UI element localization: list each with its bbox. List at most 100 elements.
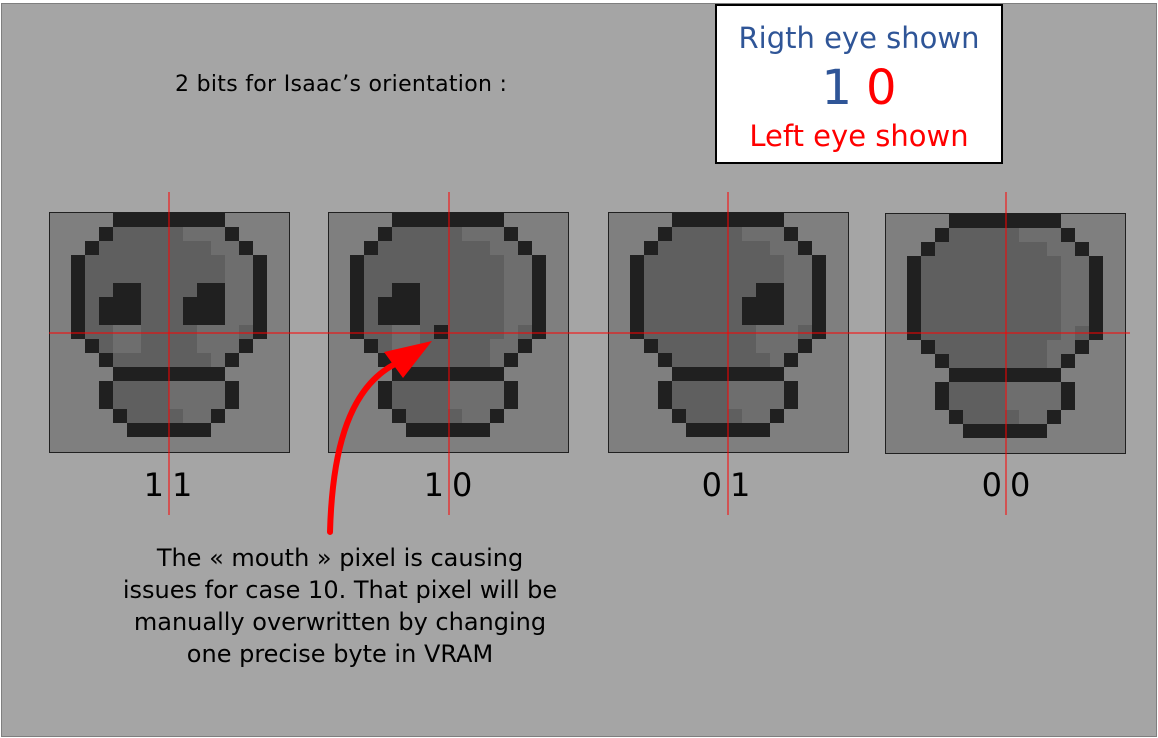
- head-pixel: [686, 311, 700, 325]
- outline-pixel: [1047, 410, 1061, 424]
- head-pixel: [141, 353, 155, 367]
- outline-pixel: [949, 368, 963, 382]
- shade-pixel: [504, 283, 518, 297]
- outline-pixel: [85, 339, 99, 353]
- head-pixel: [448, 409, 462, 423]
- outline-pixel: [183, 213, 197, 227]
- outline-pixel: [963, 214, 977, 228]
- outline-pixel: [141, 423, 155, 437]
- outline-pixel: [490, 409, 504, 423]
- shade-pixel: [1047, 340, 1061, 354]
- outline-pixel: [700, 213, 714, 227]
- shade-pixel: [183, 227, 197, 241]
- head-pixel: [963, 326, 977, 340]
- outline-pixel: [935, 228, 949, 242]
- right-eye-pixel: [392, 297, 406, 311]
- head-pixel: [1005, 284, 1019, 298]
- legend-left-eye-label: Left eye shown: [749, 119, 969, 153]
- outline-pixel: [1019, 368, 1033, 382]
- head-pixel: [949, 284, 963, 298]
- left-eye-shadow-pixel: [197, 339, 211, 353]
- outline-pixel: [364, 241, 378, 255]
- head-pixel: [949, 396, 963, 410]
- outline-pixel: [1089, 284, 1103, 298]
- outline-pixel: [907, 326, 921, 340]
- shade-pixel: [211, 241, 225, 255]
- head-pixel: [406, 241, 420, 255]
- left-eye-shadow-pixel: [197, 325, 211, 339]
- head-pixel: [85, 325, 99, 339]
- head-pixel: [700, 339, 714, 353]
- head-pixel: [728, 297, 742, 311]
- head-pixel: [644, 311, 658, 325]
- head-pixel: [364, 283, 378, 297]
- outline-pixel: [812, 255, 826, 269]
- head-pixel: [378, 283, 392, 297]
- head-pixel: [169, 311, 183, 325]
- outline-pixel: [728, 423, 742, 437]
- head-pixel: [949, 354, 963, 368]
- shade-pixel: [462, 381, 476, 395]
- head-pixel: [420, 325, 434, 339]
- head-pixel: [127, 241, 141, 255]
- outline-pixel: [935, 354, 949, 368]
- head-pixel: [700, 283, 714, 297]
- sprite-11: [49, 212, 290, 453]
- outline-pixel: [977, 214, 991, 228]
- diagram-title: 2 bits for Isaac’s orientation :: [175, 72, 508, 97]
- shade-pixel: [1033, 396, 1047, 410]
- outline-pixel: [742, 213, 756, 227]
- shade-pixel: [490, 381, 504, 395]
- head-pixel: [644, 297, 658, 311]
- shade-pixel: [211, 395, 225, 409]
- head-pixel: [644, 283, 658, 297]
- head-pixel: [977, 340, 991, 354]
- outline-pixel: [197, 213, 211, 227]
- outline-pixel: [253, 283, 267, 297]
- outline-pixel: [378, 353, 392, 367]
- head-pixel: [977, 242, 991, 256]
- skull-pixel-art: [350, 213, 546, 437]
- head-pixel: [197, 269, 211, 283]
- outline-pixel: [672, 213, 686, 227]
- head-pixel: [728, 241, 742, 255]
- head-pixel: [672, 269, 686, 283]
- head-pixel: [977, 382, 991, 396]
- head-pixel: [490, 311, 504, 325]
- head-pixel: [169, 255, 183, 269]
- left-eye-pixel: [742, 311, 756, 325]
- head-pixel: [1075, 326, 1089, 340]
- shade-pixel: [770, 241, 784, 255]
- shade-pixel: [1061, 298, 1075, 312]
- head-pixel: [756, 269, 770, 283]
- legend-bit-right: 1: [821, 60, 852, 116]
- outline-pixel: [644, 339, 658, 353]
- outline-pixel: [211, 409, 225, 423]
- head-pixel: [155, 227, 169, 241]
- right-eye-pixel: [406, 283, 420, 297]
- head-pixel: [420, 395, 434, 409]
- outline-pixel: [935, 382, 949, 396]
- shade-pixel: [169, 381, 183, 395]
- shade-pixel: [1075, 298, 1089, 312]
- head-pixel: [476, 241, 490, 255]
- head-pixel: [392, 353, 406, 367]
- head-pixel: [490, 255, 504, 269]
- head-pixel: [658, 269, 672, 283]
- head-pixel: [935, 326, 949, 340]
- outline-pixel: [71, 311, 85, 325]
- outline-pixel: [239, 241, 253, 255]
- outline-pixel: [532, 269, 546, 283]
- shade-pixel: [1047, 242, 1061, 256]
- head-pixel: [448, 325, 462, 339]
- left-eye-pixel: [197, 311, 211, 325]
- right-eye-shadow-pixel: [113, 325, 127, 339]
- head-pixel: [392, 241, 406, 255]
- head-pixel: [448, 353, 462, 367]
- head-pixel: [476, 297, 490, 311]
- head-pixel: [686, 395, 700, 409]
- head-pixel: [462, 283, 476, 297]
- bit-legend: Rigth eye shown 10 Left eye shown: [715, 4, 1003, 164]
- shade-pixel: [784, 255, 798, 269]
- left-eye-pixel: [742, 297, 756, 311]
